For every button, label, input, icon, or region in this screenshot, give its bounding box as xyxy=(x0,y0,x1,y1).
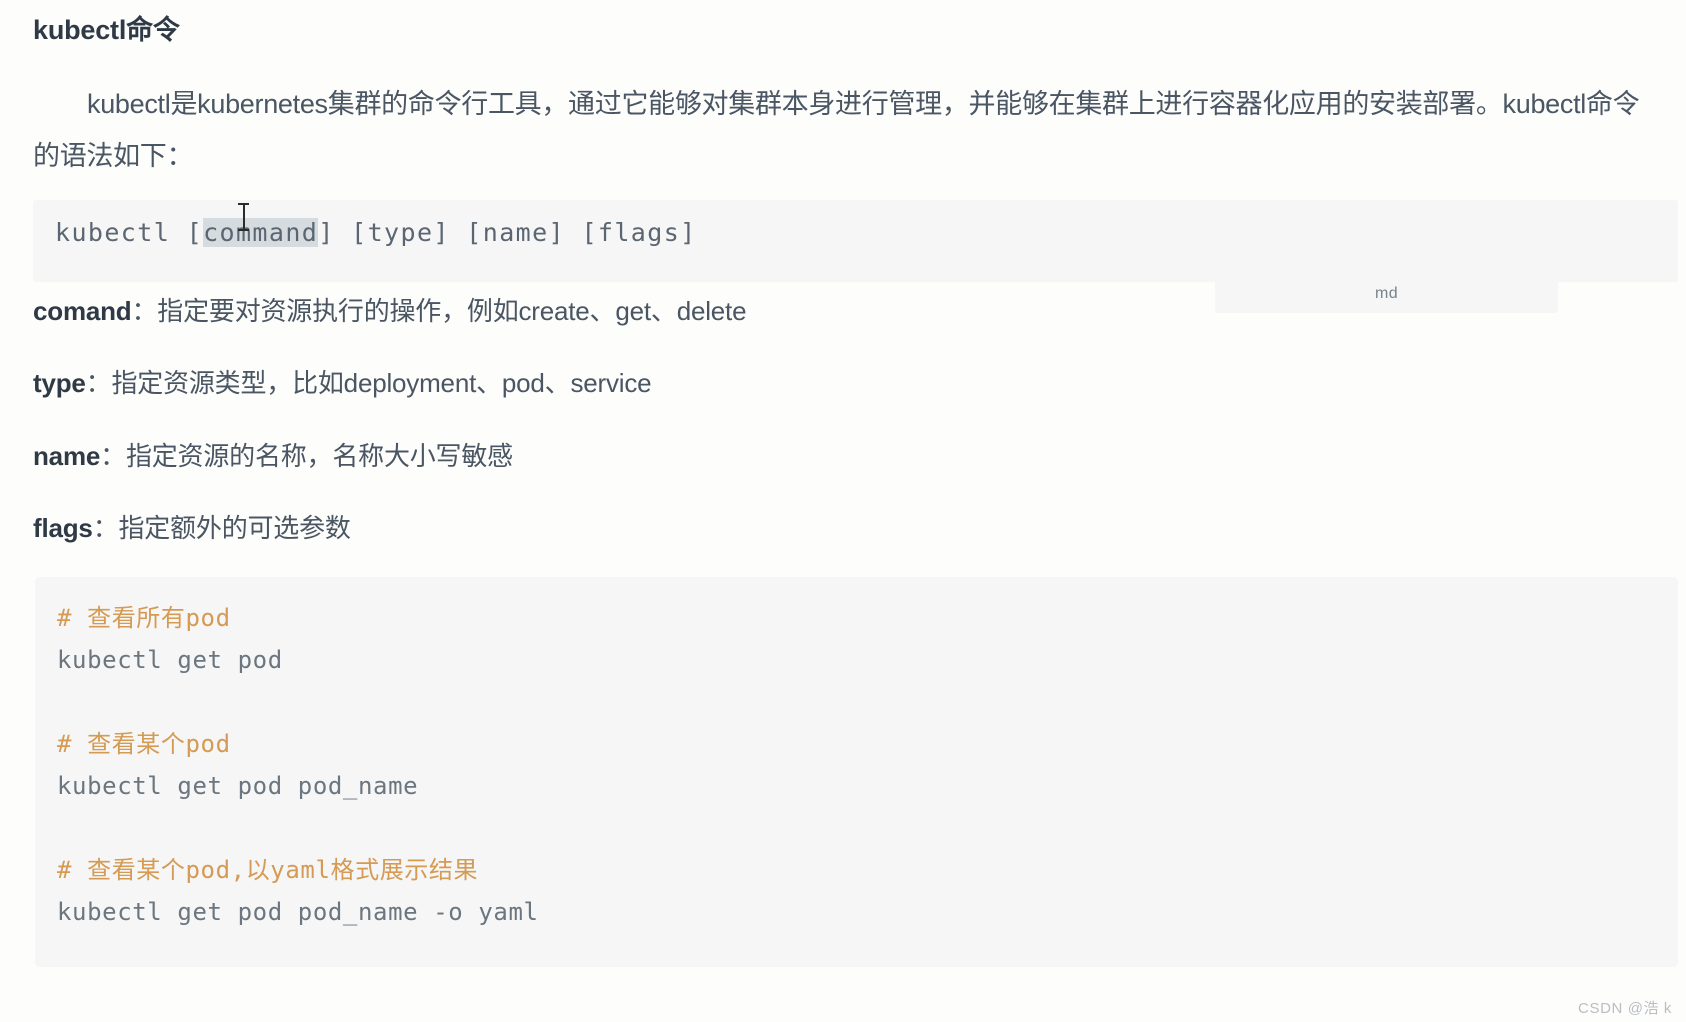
definition-term: name xyxy=(33,441,101,471)
definition-term: type xyxy=(33,368,86,398)
definition-row-name: name：指定资源的名称，名称大小写敏感 xyxy=(33,443,513,469)
code-line-command: kubectl get pod xyxy=(57,646,283,674)
definition-separator: ： xyxy=(100,441,126,471)
definition-term: flags xyxy=(33,513,93,543)
syntax-prefix: kubectl [ xyxy=(55,218,204,247)
syntax-suffix: ] [type] [name] [flags] xyxy=(318,218,697,247)
definition-description: 指定资源类型，比如deployment、pod、service xyxy=(111,368,652,398)
code-line-comment: # 查看某个pod,以yaml格式展示结果 xyxy=(57,856,479,884)
code-line-command: kubectl get pod pod_name xyxy=(57,772,419,800)
intro-paragraph: kubectl是kubernetes集群的命令行工具，通过它能够对集群本身进行管… xyxy=(33,89,1640,171)
definition-description: 指定要对资源执行的操作，例如create、get、delete xyxy=(157,296,747,326)
syntax-code-block[interactable]: kubectl [command] [type] [name] [flags] xyxy=(33,200,1678,282)
definition-row-flags: flags：指定额外的可选参数 xyxy=(33,515,351,541)
syntax-code-line[interactable]: kubectl [command] [type] [name] [flags] xyxy=(55,218,697,247)
md-language-badge[interactable]: md xyxy=(1215,275,1558,313)
definition-row-comand: comand：指定要对资源执行的操作，例如create、get、delete xyxy=(33,296,747,326)
definition-separator: ： xyxy=(85,368,112,398)
md-badge-label: md xyxy=(1374,285,1399,302)
code-line-comment: # 查看某个pod xyxy=(57,730,231,758)
definition-description: 指定额外的可选参数 xyxy=(118,513,351,543)
example-code-block[interactable]: # 查看所有pod kubectl get pod # 查看某个pod kube… xyxy=(35,577,1678,967)
definition-row-type: type：指定资源类型，比如deployment、pod、service xyxy=(33,368,652,398)
definition-term: comand xyxy=(33,296,132,326)
page-title: kubectl命令 xyxy=(33,15,180,45)
csdn-watermark: CSDN @浩 k xyxy=(1578,1000,1672,1017)
definition-separator: ： xyxy=(92,513,119,543)
code-line-command: kubectl get pod pod_name -o yaml xyxy=(57,898,539,926)
selected-text-command[interactable]: command xyxy=(203,218,319,247)
definition-separator: ： xyxy=(131,296,158,326)
definition-description: 指定资源的名称，名称大小写敏感 xyxy=(125,441,513,471)
code-line-comment: # 查看所有pod xyxy=(57,604,231,632)
document-page: kubectl命令 kubectl是kubernetes集群的命令行工具，通过它… xyxy=(0,0,1686,1022)
